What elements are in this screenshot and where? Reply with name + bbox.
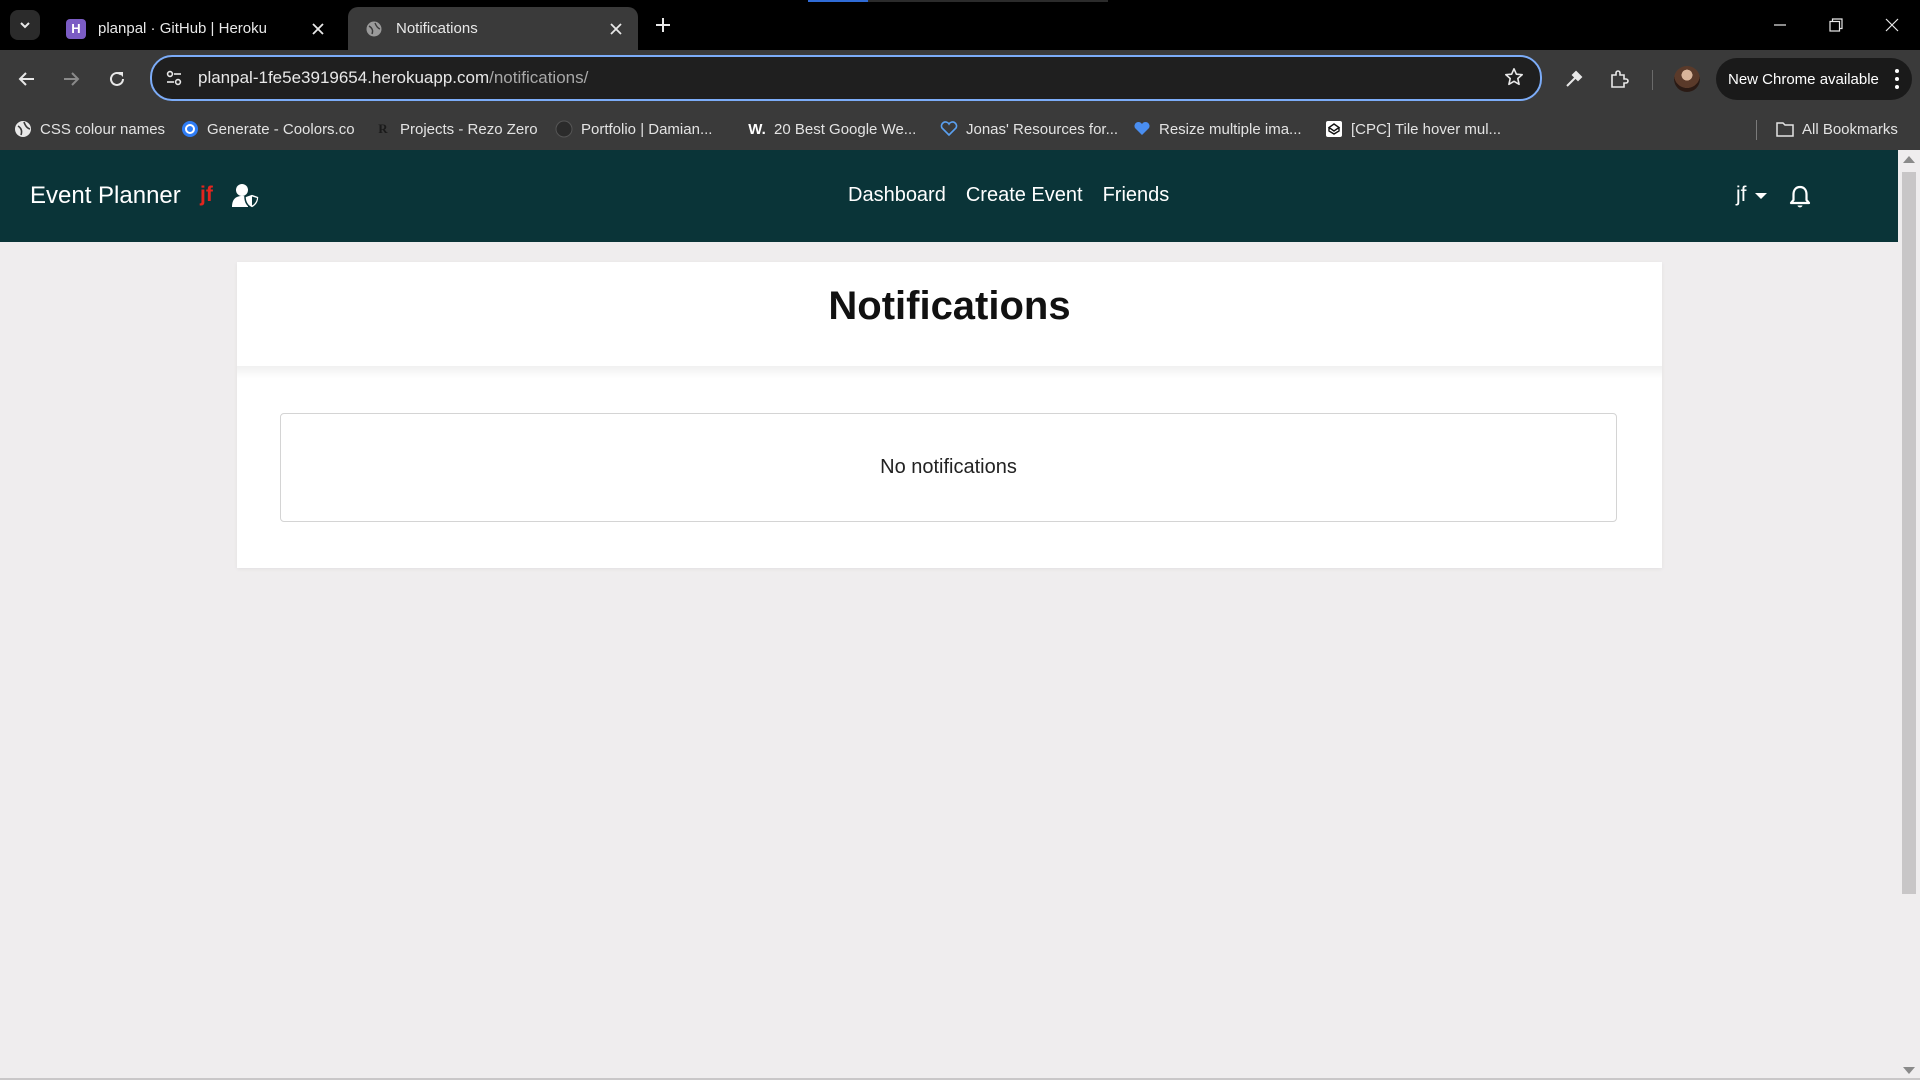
heroku-icon: H <box>66 18 86 39</box>
scroll-up-arrow[interactable] <box>1903 156 1915 163</box>
bookmark-label: Generate - Coolors.co <box>207 120 355 138</box>
plus-icon <box>656 18 670 32</box>
brand-link[interactable]: Event Planner <box>30 182 181 210</box>
heart-filled-icon <box>1133 120 1151 138</box>
page-title: Notifications <box>828 284 1071 328</box>
coolors-icon <box>181 120 199 138</box>
tab-planpal-heroku[interactable]: H planpal · GitHub | Heroku <box>50 7 340 50</box>
scroll-down-arrow[interactable] <box>1903 1067 1915 1074</box>
more-vert-icon <box>1894 69 1900 89</box>
url-path: /notifications/ <box>489 68 589 87</box>
bookmarks-divider <box>1756 120 1757 140</box>
bookmark-star-button[interactable] <box>1502 65 1526 89</box>
profile-avatar[interactable] <box>1674 66 1700 92</box>
user-shield-icon <box>232 184 260 209</box>
close-tab-button[interactable] <box>306 17 330 41</box>
url-host: planpal-1fe5e3919654.herokuapp.com <box>198 68 490 87</box>
tab-notifications[interactable]: Notifications <box>348 7 638 50</box>
bookmark-item[interactable]: Jonas' Resources for... <box>940 117 1118 141</box>
bookmark-label: Portfolio | Damian... <box>581 120 713 138</box>
tune-icon <box>166 70 182 86</box>
bookmark-item[interactable]: CSS colour names <box>14 117 165 141</box>
empty-notifications-box: No notifications <box>280 413 1617 522</box>
bookmark-item[interactable]: Generate - Coolors.co <box>181 117 355 141</box>
empty-message: No notifications <box>880 456 1017 478</box>
site-info-button[interactable] <box>160 64 188 92</box>
codepen-icon <box>1325 120 1343 138</box>
arrow-right-icon <box>64 72 80 86</box>
bookmark-item[interactable]: Resize multiple ima... <box>1133 117 1302 141</box>
bookmark-label: CSS colour names <box>40 120 166 138</box>
restore-button[interactable] <box>1808 0 1864 50</box>
brand-username: jf <box>200 183 213 206</box>
caret-down-icon <box>1754 193 1767 199</box>
bookmark-label: [CPC] Tile hover mul... <box>1351 120 1502 138</box>
bookmark-item[interactable]: R Projects - Rezo Zero <box>374 117 538 141</box>
header-divider <box>237 366 1662 378</box>
bookmark-item[interactable]: Portfolio | Damian... <box>555 117 712 141</box>
window-controls <box>1752 0 1920 50</box>
close-window-button[interactable] <box>1864 0 1920 50</box>
bookmarks-bar: CSS colour names Generate - Coolors.co R… <box>0 108 1920 150</box>
reload-icon <box>110 71 124 86</box>
user-menu-label: jf <box>1736 183 1747 206</box>
new-chrome-available-button[interactable]: New Chrome available <box>1716 58 1912 100</box>
close-icon <box>610 22 622 35</box>
heart-icon <box>940 120 958 138</box>
nav-create-event[interactable]: Create Event <box>966 184 1083 207</box>
bell-icon[interactable] <box>1789 185 1811 209</box>
forward-button[interactable] <box>56 64 86 94</box>
all-bookmarks-label: All Bookmarks <box>1802 120 1898 138</box>
close-icon <box>1885 18 1899 32</box>
close-icon <box>312 22 324 35</box>
bookmark-item[interactable]: W. 20 Best Google We... <box>748 117 916 141</box>
globe-icon <box>14 120 32 138</box>
bookmark-label: Projects - Rezo Zero <box>400 120 538 138</box>
portfolio-icon <box>555 120 573 138</box>
arrow-left-icon <box>18 72 34 86</box>
update-label: New Chrome available <box>1728 70 1879 88</box>
reload-button[interactable] <box>102 64 132 94</box>
chevron-down-icon <box>20 22 30 29</box>
tab-strip-indicator <box>808 0 1108 2</box>
app-navbar: Event Planner jf Dashboard Create Event … <box>0 150 1898 242</box>
main-nav: Dashboard Create Event Friends <box>848 184 1189 207</box>
tab-search-button[interactable] <box>10 10 40 40</box>
nav-friends[interactable]: Friends <box>1103 184 1170 207</box>
eyedropper-extension-button[interactable] <box>1560 65 1588 93</box>
bookmark-label: Jonas' Resources for... <box>966 120 1119 138</box>
tab-title: Notifications <box>396 20 478 37</box>
toolbar-divider <box>1652 70 1653 90</box>
w-icon: W. <box>748 120 766 138</box>
url-text: planpal-1fe5e3919654.herokuapp.com/notif… <box>198 68 588 88</box>
nav-dashboard[interactable]: Dashboard <box>848 184 946 207</box>
extensions-button[interactable] <box>1605 65 1633 93</box>
star-icon <box>1505 68 1523 86</box>
rezo-zero-icon: R <box>378 121 388 136</box>
browser-toolbar: planpal-1fe5e3919654.herokuapp.com/notif… <box>0 50 1920 108</box>
scrollbar-thumb[interactable] <box>1902 172 1916 894</box>
notifications-card: Notifications No notifications <box>237 262 1662 568</box>
bookmark-label: 20 Best Google We... <box>774 120 917 138</box>
browser-tab-strip: H planpal · GitHub | Heroku Notification… <box>0 0 1920 50</box>
user-dropdown-toggle[interactable]: jf <box>1736 183 1767 207</box>
all-bookmarks-button[interactable]: All Bookmarks <box>1776 117 1898 141</box>
globe-icon <box>364 19 384 39</box>
puzzle-icon <box>1611 70 1629 88</box>
restore-icon <box>1829 18 1843 32</box>
address-bar[interactable]: planpal-1fe5e3919654.herokuapp.com/notif… <box>150 55 1542 101</box>
bookmark-item[interactable]: [CPC] Tile hover mul... <box>1325 117 1501 141</box>
back-button[interactable] <box>12 64 42 94</box>
minimize-icon <box>1774 24 1786 26</box>
folder-icon <box>1776 120 1794 138</box>
close-tab-button[interactable] <box>604 17 628 41</box>
new-tab-button[interactable] <box>650 12 676 38</box>
tab-title: planpal · GitHub | Heroku <box>98 20 267 37</box>
page-scrollbar[interactable] <box>1898 150 1920 1080</box>
bookmark-label: Resize multiple ima... <box>1159 120 1302 138</box>
minimize-button[interactable] <box>1752 0 1808 50</box>
eyedropper-icon <box>1566 70 1583 87</box>
